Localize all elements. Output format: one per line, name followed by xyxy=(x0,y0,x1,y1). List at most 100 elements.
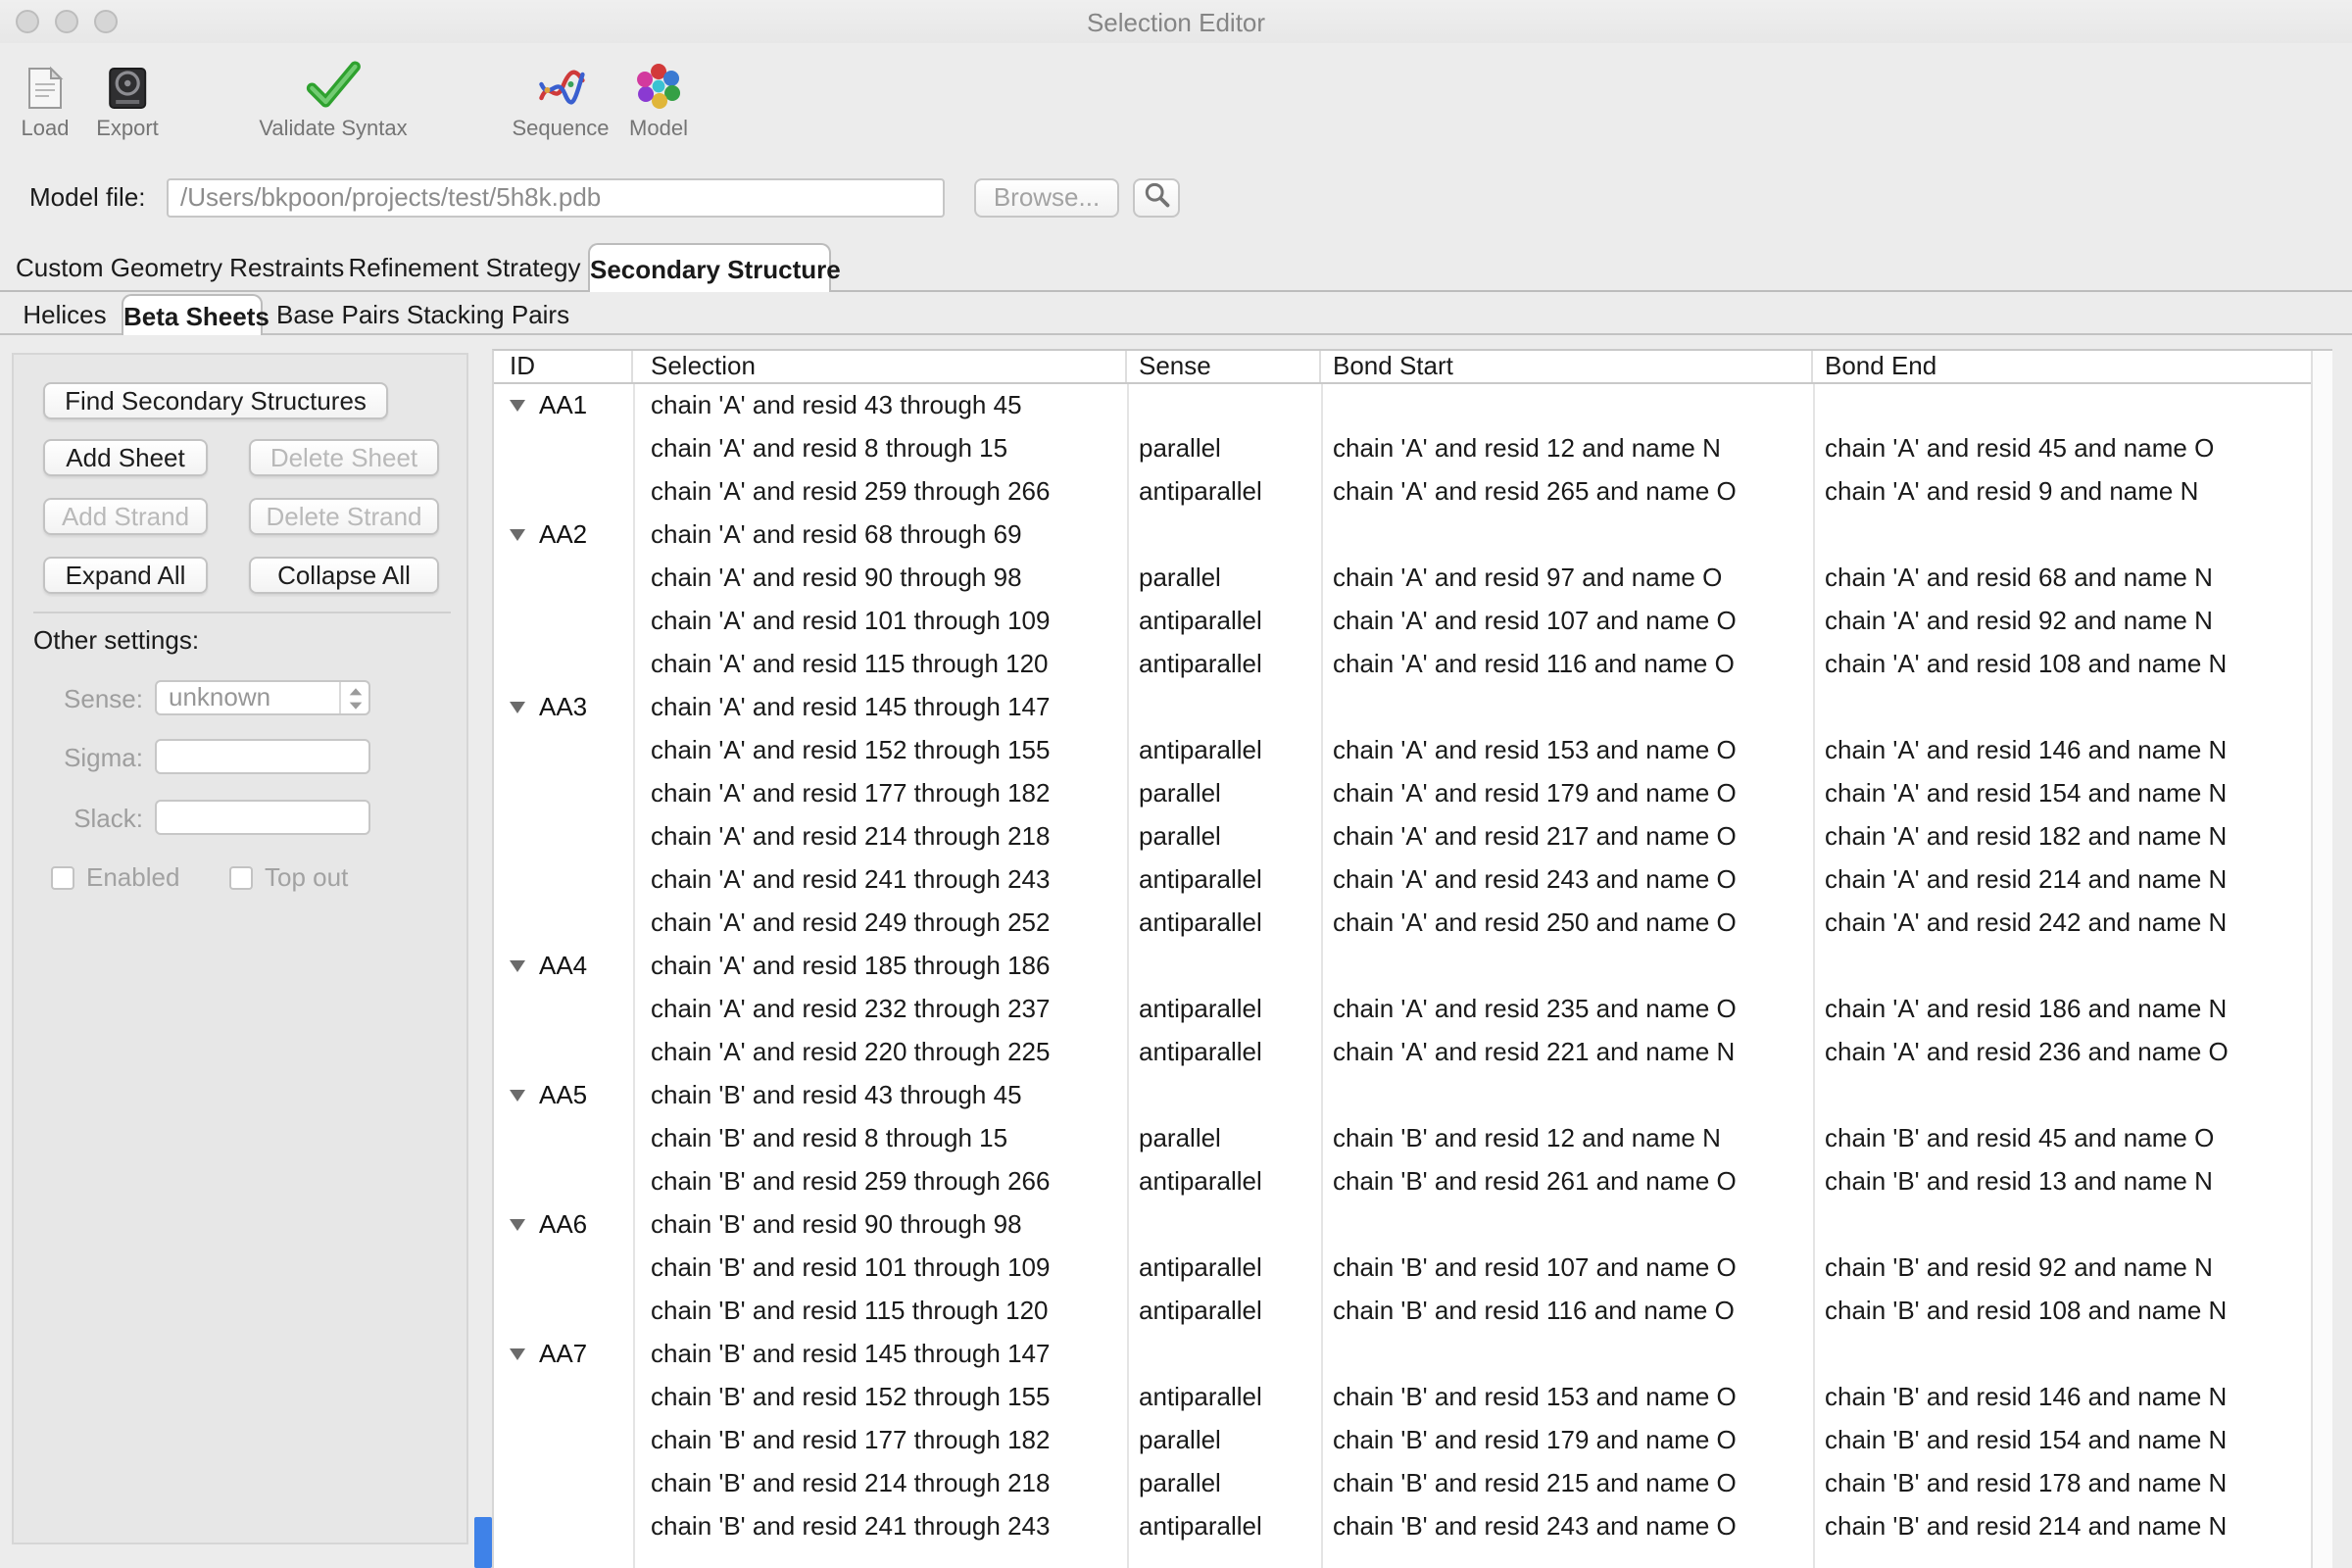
sheet-row[interactable]: AA7chain 'B' and resid 145 through 147 xyxy=(494,1333,2311,1376)
strand-row[interactable]: chain 'A' and resid 152 through 155antip… xyxy=(494,729,2311,772)
column-header-sense[interactable]: Sense xyxy=(1127,351,1321,382)
bond-start-cell xyxy=(1321,1203,1813,1247)
strand-row[interactable]: chain 'B' and resid 177 through 182paral… xyxy=(494,1419,2311,1462)
sidebar-panel: Find Secondary Structures Add Sheet Dele… xyxy=(12,353,468,1544)
slack-input[interactable] xyxy=(155,800,370,835)
strand-row[interactable]: chain 'B' and resid 214 through 218paral… xyxy=(494,1462,2311,1505)
strand-row[interactable]: chain 'A' and resid 214 through 218paral… xyxy=(494,815,2311,858)
sense-cell: parallel xyxy=(1127,557,1321,600)
sense-dropdown[interactable]: unknown xyxy=(155,680,370,715)
tab-secondary-structure[interactable]: Secondary Structure xyxy=(588,243,831,292)
selection-cell: chain 'A' and resid 115 through 120 xyxy=(633,643,1127,686)
column-header-selection[interactable]: Selection xyxy=(633,351,1127,382)
toolbar-item-model[interactable]: Model xyxy=(629,51,688,141)
sheet-id: AA1 xyxy=(539,384,587,427)
bond-end-cell xyxy=(1813,384,2311,427)
strand-row[interactable]: chain 'B' and resid 259 through 266antip… xyxy=(494,1160,2311,1203)
selection-cell: chain 'B' and resid 8 through 15 xyxy=(633,1117,1127,1160)
bond-start-cell: chain 'B' and resid 12 and name N xyxy=(1321,1117,1813,1160)
strand-row[interactable]: chain 'B' and resid 8 through 15parallel… xyxy=(494,1117,2311,1160)
bond-start-cell: chain 'A' and resid 243 and name O xyxy=(1321,858,1813,902)
tab-custom-geometry-restraints[interactable]: Custom Geometry Restraints xyxy=(16,243,329,292)
strand-row[interactable]: chain 'B' and resid 115 through 120antip… xyxy=(494,1290,2311,1333)
bond-end-cell: chain 'A' and resid 154 and name N xyxy=(1813,772,2311,815)
strand-row[interactable]: chain 'A' and resid 177 through 182paral… xyxy=(494,772,2311,815)
delete-sheet-button[interactable]: Delete Sheet xyxy=(249,439,439,476)
sheet-row[interactable]: AA3chain 'A' and resid 145 through 147 xyxy=(494,686,2311,729)
disclosure-triangle-icon[interactable] xyxy=(510,1219,525,1231)
toolbar-item-load[interactable]: Load xyxy=(20,51,71,141)
sheet-row[interactable]: AA5chain 'B' and resid 43 through 45 xyxy=(494,1074,2311,1117)
search-button[interactable] xyxy=(1133,178,1180,218)
bond-start-cell: chain 'A' and resid 250 and name O xyxy=(1321,902,1813,945)
toolbar-item-sequence[interactable]: Sequence xyxy=(512,51,609,141)
sheet-row[interactable]: AA4chain 'A' and resid 185 through 186 xyxy=(494,945,2311,988)
column-header-bond-start[interactable]: Bond Start xyxy=(1321,351,1813,382)
disclosure-triangle-icon[interactable] xyxy=(510,400,525,412)
strand-row[interactable]: chain 'A' and resid 90 through 98paralle… xyxy=(494,557,2311,600)
bond-start-cell xyxy=(1321,1074,1813,1117)
bond-start-cell: chain 'B' and resid 179 and name O xyxy=(1321,1419,1813,1462)
strand-row[interactable]: chain 'A' and resid 259 through 266antip… xyxy=(494,470,2311,514)
sub-tab-bar: Helices Beta Sheets Base Pairs Stacking … xyxy=(0,294,2352,335)
bond-end-cell: chain 'A' and resid 236 and name O xyxy=(1813,1031,2311,1074)
column-header-id[interactable]: ID xyxy=(494,351,633,382)
sense-cell: parallel xyxy=(1127,1117,1321,1160)
id-cell xyxy=(494,1031,633,1074)
sigma-input[interactable] xyxy=(155,739,370,774)
subtab-base-pairs[interactable]: Base Pairs xyxy=(276,294,398,335)
id-cell xyxy=(494,1117,633,1160)
disclosure-triangle-icon[interactable] xyxy=(510,1348,525,1360)
sense-cell: antiparallel xyxy=(1127,600,1321,643)
model-file-input[interactable]: /Users/bkpoon/projects/test/5h8k.pdb xyxy=(167,178,945,218)
strand-row[interactable]: chain 'A' and resid 101 through 109antip… xyxy=(494,600,2311,643)
bond-end-cell: chain 'A' and resid 214 and name N xyxy=(1813,858,2311,902)
disclosure-triangle-icon[interactable] xyxy=(510,1090,525,1102)
top-out-checkbox[interactable] xyxy=(229,866,253,890)
column-divider xyxy=(1813,384,1815,1568)
vertical-scrollbar[interactable] xyxy=(2311,351,2332,1568)
sigma-label: Sigma: xyxy=(29,741,143,776)
bond-end-cell xyxy=(1813,686,2311,729)
strand-row[interactable]: chain 'A' and resid 249 through 252antip… xyxy=(494,902,2311,945)
expand-all-button[interactable]: Expand All xyxy=(43,557,208,594)
disclosure-triangle-icon[interactable] xyxy=(510,702,525,713)
subtab-stacking-pairs[interactable]: Stacking Pairs xyxy=(404,294,572,335)
id-cell xyxy=(494,815,633,858)
disclosure-triangle-icon[interactable] xyxy=(510,529,525,541)
toolbar-item-validate-syntax[interactable]: Validate Syntax xyxy=(259,51,407,141)
sense-cell: parallel xyxy=(1127,772,1321,815)
browse-button[interactable]: Browse... xyxy=(974,178,1119,218)
subtab-helices[interactable]: Helices xyxy=(20,294,110,335)
enabled-checkbox[interactable] xyxy=(51,866,74,890)
strand-row[interactable]: chain 'B' and resid 241 through 243antip… xyxy=(494,1505,2311,1548)
column-header-bond-end[interactable]: Bond End xyxy=(1813,351,2311,382)
add-strand-button[interactable]: Add Strand xyxy=(43,498,208,535)
sheet-row[interactable]: AA1chain 'A' and resid 43 through 45 xyxy=(494,384,2311,427)
subtab-beta-sheets[interactable]: Beta Sheets xyxy=(122,294,263,335)
strand-row[interactable]: chain 'A' and resid 241 through 243antip… xyxy=(494,858,2311,902)
toolbar-item-export[interactable]: Export xyxy=(96,51,159,141)
selection-cell: chain 'B' and resid 259 through 266 xyxy=(633,1160,1127,1203)
sheet-row[interactable]: AA6chain 'B' and resid 90 through 98 xyxy=(494,1203,2311,1247)
sidebar-divider xyxy=(33,612,451,613)
tab-refinement-strategy[interactable]: Refinement Strategy xyxy=(345,243,584,292)
strand-row[interactable]: chain 'A' and resid 8 through 15parallel… xyxy=(494,427,2311,470)
sense-cell: antiparallel xyxy=(1127,902,1321,945)
sheet-row[interactable]: AA2chain 'A' and resid 68 through 69 xyxy=(494,514,2311,557)
bond-start-cell xyxy=(1321,514,1813,557)
delete-strand-button[interactable]: Delete Strand xyxy=(249,498,439,535)
strand-row[interactable]: chain 'A' and resid 232 through 237antip… xyxy=(494,988,2311,1031)
strand-row[interactable]: chain 'B' and resid 152 through 155antip… xyxy=(494,1376,2311,1419)
disclosure-triangle-icon[interactable] xyxy=(510,960,525,972)
strand-row[interactable]: chain 'B' and resid 101 through 109antip… xyxy=(494,1247,2311,1290)
add-sheet-button[interactable]: Add Sheet xyxy=(43,439,208,476)
collapse-all-button[interactable]: Collapse All xyxy=(249,557,439,594)
id-cell xyxy=(494,1419,633,1462)
sense-cell: antiparallel xyxy=(1127,1505,1321,1548)
sense-cell xyxy=(1127,1203,1321,1247)
strand-row[interactable]: chain 'A' and resid 220 through 225antip… xyxy=(494,1031,2311,1074)
id-cell: AA1 xyxy=(494,384,633,427)
find-secondary-structures-button[interactable]: Find Secondary Structures xyxy=(43,382,388,419)
strand-row[interactable]: chain 'A' and resid 115 through 120antip… xyxy=(494,643,2311,686)
